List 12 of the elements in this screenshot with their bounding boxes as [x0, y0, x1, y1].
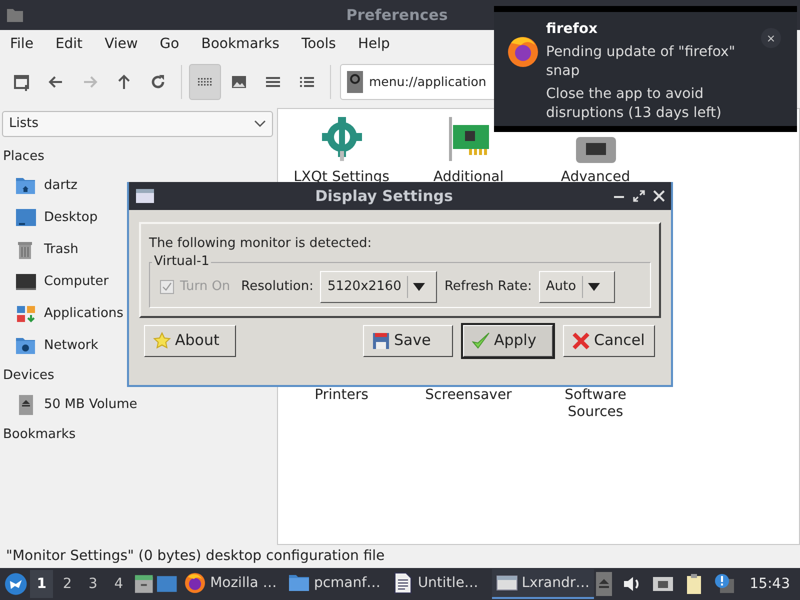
message-text: The following monitor is detected:: [149, 235, 373, 253]
dialog-title: Display Settings: [315, 186, 453, 207]
field-label: Resolution:: [241, 278, 314, 296]
status-text: "Monitor Settings" (0 bytes) desktop configuration file: [6, 547, 385, 566]
notification-text: Close the app to avoid disruptions (13 days left): [546, 85, 723, 123]
section-heading: Bookmarks: [2, 426, 77, 444]
section-heading: Devices: [2, 366, 56, 385]
notification-title: firefox: [546, 20, 599, 39]
section-heading: Places: [2, 148, 46, 166]
field-label: Refresh Rate:: [444, 278, 532, 296]
window-title: Preferences: [346, 4, 448, 26]
notification-text: Pending update of "firefox" snap: [546, 43, 736, 81]
